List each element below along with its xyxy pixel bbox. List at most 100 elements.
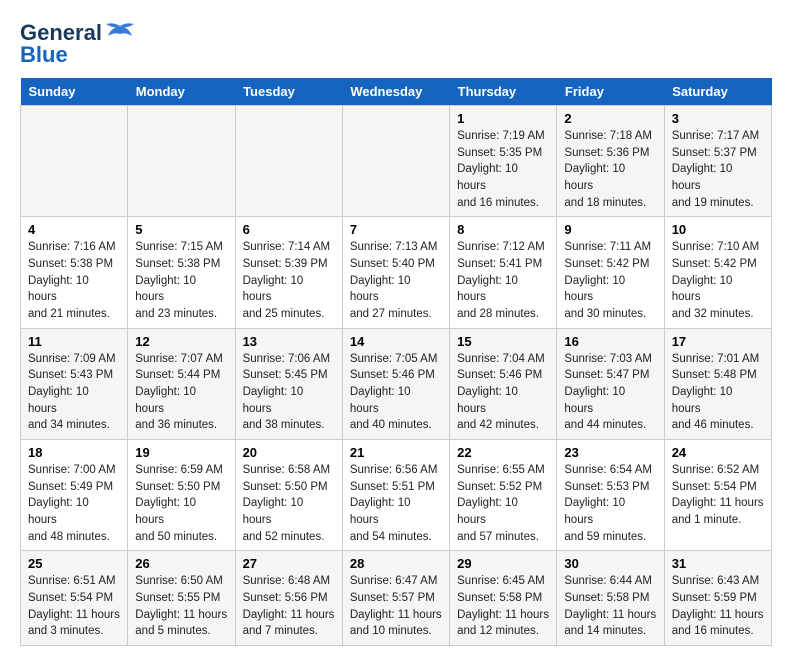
calendar-cell: 14Sunrise: 7:05 AM Sunset: 5:46 PM Dayli… bbox=[342, 328, 449, 439]
calendar-cell: 16 Sunrise: 7:03 AM Sunset: 5:47 PM Dayli… bbox=[557, 328, 664, 439]
weekday-header-friday: Friday bbox=[557, 78, 664, 106]
day-number: 19 bbox=[135, 445, 227, 460]
calendar-cell: 4 Sunrise: 7:16 AM Sunset: 5:38 PM Daylig… bbox=[21, 217, 128, 328]
calendar-cell: 23 Sunrise: 6:54 AM Sunset: 5:53 PM Dayli… bbox=[557, 440, 664, 551]
day-info: Sunrise: 6:44 AM Sunset: 5:58 PM Dayligh… bbox=[564, 575, 656, 637]
weekday-header-thursday: Thursday bbox=[450, 78, 557, 106]
calendar-cell bbox=[21, 106, 128, 217]
day-info: Sunrise: 7:14 AM Sunset: 5:39 PM Dayligh… bbox=[243, 241, 331, 320]
calendar-cell: 8 Sunrise: 7:12 AM Sunset: 5:41 PM Daylig… bbox=[450, 217, 557, 328]
day-info: Sunrise: 7:11 AM Sunset: 5:42 PM Dayligh… bbox=[564, 241, 651, 320]
day-number: 25 bbox=[28, 556, 120, 571]
page-header: General Blue bbox=[20, 20, 772, 68]
day-info: Sunrise: 7:03 AM Sunset: 5:47 PM Dayligh… bbox=[564, 353, 652, 432]
calendar-week-row: 11 Sunrise: 7:09 AM Sunset: 5:43 PM Dayli… bbox=[21, 328, 772, 439]
day-number: 22 bbox=[457, 445, 549, 460]
day-number: 8 bbox=[457, 222, 549, 237]
day-info: Sunrise: 7:05 AM Sunset: 5:46 PM Dayligh… bbox=[350, 353, 438, 432]
calendar-week-row: 4 Sunrise: 7:16 AM Sunset: 5:38 PM Daylig… bbox=[21, 217, 772, 328]
calendar-cell: 15 Sunrise: 7:04 AM Sunset: 5:46 PM Dayli… bbox=[450, 328, 557, 439]
calendar-cell: 5 Sunrise: 7:15 AM Sunset: 5:38 PM Daylig… bbox=[128, 217, 235, 328]
day-number: 26 bbox=[135, 556, 227, 571]
day-number: 17 bbox=[672, 334, 764, 349]
calendar-cell: 20 Sunrise: 6:58 AM Sunset: 5:50 PM Dayli… bbox=[235, 440, 342, 551]
day-number: 20 bbox=[243, 445, 335, 460]
calendar-cell: 26 Sunrise: 6:50 AM Sunset: 5:55 PM Dayli… bbox=[128, 551, 235, 646]
calendar-cell: 25Sunrise: 6:51 AM Sunset: 5:54 PM Dayli… bbox=[21, 551, 128, 646]
day-number: 1 bbox=[457, 111, 549, 126]
day-info: Sunrise: 7:15 AM Sunset: 5:38 PM Dayligh… bbox=[135, 241, 223, 320]
calendar-cell: 13Sunrise: 7:06 AM Sunset: 5:45 PM Dayli… bbox=[235, 328, 342, 439]
day-number: 16 bbox=[564, 334, 656, 349]
day-number: 5 bbox=[135, 222, 227, 237]
calendar-cell: 17 Sunrise: 7:01 AM Sunset: 5:48 PM Dayli… bbox=[664, 328, 771, 439]
weekday-header-row: SundayMondayTuesdayWednesdayThursdayFrid… bbox=[21, 78, 772, 106]
day-info: Sunrise: 6:45 AM Sunset: 5:58 PM Dayligh… bbox=[457, 575, 549, 637]
calendar-week-row: 25Sunrise: 6:51 AM Sunset: 5:54 PM Dayli… bbox=[21, 551, 772, 646]
day-number: 24 bbox=[672, 445, 764, 460]
day-info: Sunrise: 6:43 AM Sunset: 5:59 PM Dayligh… bbox=[672, 575, 764, 637]
day-info: Sunrise: 6:59 AM Sunset: 5:50 PM Dayligh… bbox=[135, 464, 223, 543]
day-number: 29 bbox=[457, 556, 549, 571]
day-number: 28 bbox=[350, 556, 442, 571]
calendar-cell: 19 Sunrise: 6:59 AM Sunset: 5:50 PM Dayli… bbox=[128, 440, 235, 551]
day-number: 2 bbox=[564, 111, 656, 126]
calendar-cell: 9 Sunrise: 7:11 AM Sunset: 5:42 PM Daylig… bbox=[557, 217, 664, 328]
day-number: 9 bbox=[564, 222, 656, 237]
day-info: Sunrise: 6:54 AM Sunset: 5:53 PM Dayligh… bbox=[564, 464, 652, 543]
calendar-cell: 31Sunrise: 6:43 AM Sunset: 5:59 PM Dayli… bbox=[664, 551, 771, 646]
day-number: 7 bbox=[350, 222, 442, 237]
day-info: Sunrise: 6:55 AM Sunset: 5:52 PM Dayligh… bbox=[457, 464, 545, 543]
weekday-header-monday: Monday bbox=[128, 78, 235, 106]
weekday-header-sunday: Sunday bbox=[21, 78, 128, 106]
day-info: Sunrise: 7:04 AM Sunset: 5:46 PM Dayligh… bbox=[457, 353, 545, 432]
weekday-header-tuesday: Tuesday bbox=[235, 78, 342, 106]
calendar-cell: 27 Sunrise: 6:48 AM Sunset: 5:56 PM Dayli… bbox=[235, 551, 342, 646]
calendar-cell: 24 Sunrise: 6:52 AM Sunset: 5:54 PM Dayli… bbox=[664, 440, 771, 551]
day-info: Sunrise: 7:00 AM Sunset: 5:49 PM Dayligh… bbox=[28, 464, 116, 543]
day-number: 23 bbox=[564, 445, 656, 460]
logo-blue: Blue bbox=[20, 42, 68, 68]
day-number: 15 bbox=[457, 334, 549, 349]
weekday-header-wednesday: Wednesday bbox=[342, 78, 449, 106]
day-info: Sunrise: 7:13 AM Sunset: 5:40 PM Dayligh… bbox=[350, 241, 438, 320]
calendar-cell bbox=[128, 106, 235, 217]
day-number: 12 bbox=[135, 334, 227, 349]
calendar-cell: 12Sunrise: 7:07 AM Sunset: 5:44 PM Dayli… bbox=[128, 328, 235, 439]
calendar-cell: 6Sunrise: 7:14 AM Sunset: 5:39 PM Daylig… bbox=[235, 217, 342, 328]
day-info: Sunrise: 7:16 AM Sunset: 5:38 PM Dayligh… bbox=[28, 241, 116, 320]
day-number: 10 bbox=[672, 222, 764, 237]
calendar-week-row: 18Sunrise: 7:00 AM Sunset: 5:49 PM Dayli… bbox=[21, 440, 772, 551]
calendar-cell: 3 Sunrise: 7:17 AM Sunset: 5:37 PM Daylig… bbox=[664, 106, 771, 217]
logo-bird-icon bbox=[106, 22, 134, 44]
calendar-cell: 2 Sunrise: 7:18 AM Sunset: 5:36 PM Daylig… bbox=[557, 106, 664, 217]
logo: General Blue bbox=[20, 20, 134, 68]
day-info: Sunrise: 7:01 AM Sunset: 5:48 PM Dayligh… bbox=[672, 353, 760, 432]
day-info: Sunrise: 7:18 AM Sunset: 5:36 PM Dayligh… bbox=[564, 130, 652, 209]
calendar-table: SundayMondayTuesdayWednesdayThursdayFrid… bbox=[20, 78, 772, 646]
day-number: 11 bbox=[28, 334, 120, 349]
calendar-cell: 11 Sunrise: 7:09 AM Sunset: 5:43 PM Dayli… bbox=[21, 328, 128, 439]
day-info: Sunrise: 6:48 AM Sunset: 5:56 PM Dayligh… bbox=[243, 575, 335, 637]
day-number: 3 bbox=[672, 111, 764, 126]
day-info: Sunrise: 7:17 AM Sunset: 5:37 PM Dayligh… bbox=[672, 130, 760, 209]
calendar-week-row: 1Sunrise: 7:19 AM Sunset: 5:35 PM Daylig… bbox=[21, 106, 772, 217]
day-number: 21 bbox=[350, 445, 442, 460]
day-number: 13 bbox=[243, 334, 335, 349]
day-info: Sunrise: 6:50 AM Sunset: 5:55 PM Dayligh… bbox=[135, 575, 227, 637]
day-info: Sunrise: 7:09 AM Sunset: 5:43 PM Dayligh… bbox=[28, 353, 116, 432]
day-number: 27 bbox=[243, 556, 335, 571]
weekday-header-saturday: Saturday bbox=[664, 78, 771, 106]
day-info: Sunrise: 6:58 AM Sunset: 5:50 PM Dayligh… bbox=[243, 464, 331, 543]
calendar-cell: 10Sunrise: 7:10 AM Sunset: 5:42 PM Dayli… bbox=[664, 217, 771, 328]
calendar-cell: 30 Sunrise: 6:44 AM Sunset: 5:58 PM Dayli… bbox=[557, 551, 664, 646]
calendar-cell: 18Sunrise: 7:00 AM Sunset: 5:49 PM Dayli… bbox=[21, 440, 128, 551]
calendar-cell: 7 Sunrise: 7:13 AM Sunset: 5:40 PM Daylig… bbox=[342, 217, 449, 328]
day-info: Sunrise: 7:12 AM Sunset: 5:41 PM Dayligh… bbox=[457, 241, 545, 320]
day-number: 30 bbox=[564, 556, 656, 571]
day-number: 4 bbox=[28, 222, 120, 237]
calendar-cell: 28Sunrise: 6:47 AM Sunset: 5:57 PM Dayli… bbox=[342, 551, 449, 646]
day-info: Sunrise: 6:56 AM Sunset: 5:51 PM Dayligh… bbox=[350, 464, 438, 543]
day-info: Sunrise: 6:52 AM Sunset: 5:54 PM Dayligh… bbox=[672, 464, 764, 526]
calendar-cell: 29 Sunrise: 6:45 AM Sunset: 5:58 PM Dayli… bbox=[450, 551, 557, 646]
